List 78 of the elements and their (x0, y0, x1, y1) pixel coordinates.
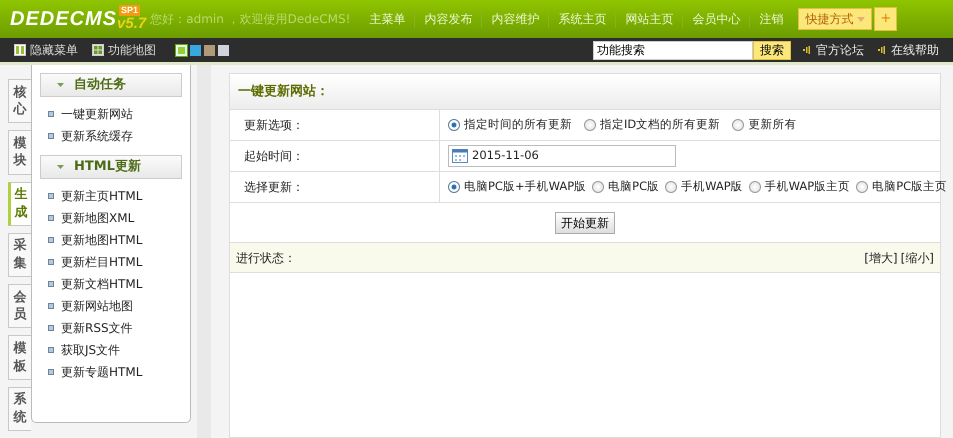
radio-button[interactable] (665, 181, 678, 193)
bullet-icon (48, 237, 54, 243)
date-field[interactable]: 2015-11-06 (448, 145, 676, 167)
menu-item[interactable]: 更新专题HTML (40, 361, 182, 383)
field-label: 选择更新： (230, 172, 440, 202)
section-header[interactable]: HTML更新 (40, 155, 182, 179)
side-tab[interactable]: 模块 (8, 130, 31, 175)
bullet-icon (48, 281, 54, 287)
bullet-icon (48, 325, 54, 331)
option-label[interactable]: 更新所有 (748, 116, 796, 134)
menu-item[interactable]: 更新文档HTML (40, 273, 182, 295)
theme-swatch[interactable] (204, 44, 215, 56)
resize-link[interactable]: [缩小] (900, 248, 934, 266)
option-label[interactable]: 手机WAP版 (681, 178, 743, 196)
caret-icon (57, 165, 64, 169)
bullet-icon (48, 259, 54, 265)
status-label: 进行状态： (236, 250, 296, 266)
radio-button[interactable] (856, 181, 868, 193)
menu-item[interactable]: 更新RSS文件 (40, 317, 182, 339)
menu-item[interactable]: 更新网站地图 (40, 295, 182, 317)
search-field[interactable]: 功能搜索 (593, 40, 753, 60)
calendar-icon (452, 149, 468, 163)
section-header[interactable]: 自动任务 (40, 73, 182, 97)
option-label[interactable]: 电脑PC版+手机WAP版 (464, 178, 586, 196)
toolbar-link[interactable]: 隐藏菜单 (14, 41, 78, 59)
bullet-icon (48, 303, 54, 309)
theme-swatch[interactable] (176, 44, 187, 56)
bullet-icon (48, 111, 54, 117)
option-label[interactable]: 电脑PC版 (608, 178, 660, 196)
help-link[interactable]: 在线帮助 (878, 41, 939, 59)
bullet-icon (48, 347, 54, 353)
resize-link[interactable]: [增大] (864, 248, 898, 266)
menu-item[interactable]: 一键更新网站 (40, 103, 182, 125)
menu-item[interactable]: 更新栏目HTML (40, 251, 182, 273)
bullet-icon (48, 133, 54, 139)
side-tab[interactable]: 核心 (8, 79, 31, 124)
radio-button[interactable] (448, 181, 460, 193)
field-label: 起始时间： (230, 141, 440, 171)
radio-button[interactable] (748, 181, 761, 193)
radio-button[interactable] (592, 181, 604, 193)
help-link[interactable]: 官方论坛 (803, 41, 864, 59)
option-label[interactable]: 手机WAP版主页 (764, 178, 850, 196)
side-tab[interactable]: 采集 (8, 232, 31, 278)
menu-item[interactable]: 更新地图HTML (40, 229, 182, 251)
welcome-text: 您好：admin ，欢迎使用DedeCMS! (150, 11, 350, 28)
bullet-icon (48, 215, 54, 221)
radio-button[interactable] (584, 119, 596, 131)
theme-swatch[interactable] (190, 44, 201, 56)
start-button[interactable]: 开始更新 (555, 212, 615, 234)
grid-icon (92, 44, 104, 56)
signal-icon (878, 46, 885, 54)
field-label: 更新选项： (230, 110, 440, 140)
bullet-icon (48, 369, 54, 375)
toolbar-link[interactable]: 功能地图 (92, 41, 156, 59)
bullet-icon (48, 193, 54, 199)
radio-button[interactable] (448, 119, 460, 131)
option-label[interactable]: 指定ID文档的所有更新 (600, 116, 720, 134)
radio-button[interactable] (732, 119, 744, 131)
caret-icon (857, 16, 866, 22)
side-tab[interactable]: 系统 (8, 386, 31, 431)
option-label[interactable]: 指定时间的所有更新 (464, 116, 572, 134)
menu-item[interactable]: 更新主页HTML (40, 185, 182, 207)
logo: DEDECMS (10, 8, 118, 30)
menu-item[interactable]: 获取JS文件 (40, 339, 182, 361)
version-badge: SP1 (119, 4, 140, 16)
side-tab[interactable]: 生成 (8, 182, 31, 226)
menu-item[interactable]: 更新地图XML (40, 207, 182, 229)
theme-swatch[interactable] (218, 44, 229, 56)
shortcut-dropdown[interactable]: 快捷方式 (798, 8, 872, 30)
caret-icon (57, 83, 64, 87)
search-button[interactable]: 搜索 (753, 40, 791, 60)
option-label[interactable]: 电脑PC版主页 (872, 178, 948, 196)
panel-icon (14, 44, 26, 56)
signal-icon (803, 46, 810, 54)
side-tab[interactable]: 模板 (8, 335, 31, 380)
version-label: v5.7 (117, 14, 146, 32)
side-tab[interactable]: 会员 (8, 284, 31, 328)
menu-item[interactable]: 更新系统缓存 (40, 125, 182, 147)
